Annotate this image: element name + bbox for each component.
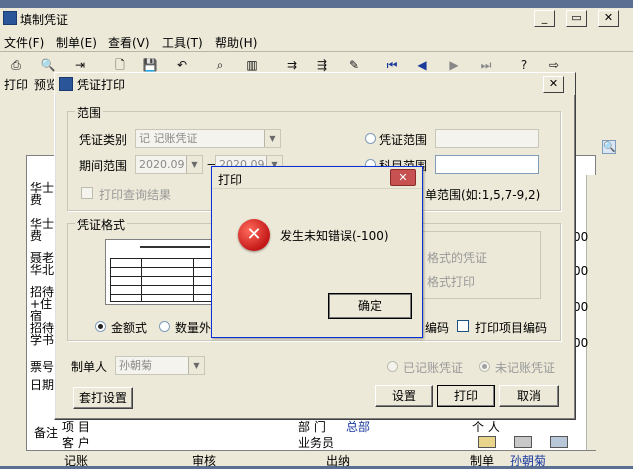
voucher-range-input[interactable] xyxy=(435,129,539,148)
error-title: 打印 xyxy=(218,173,243,187)
voucher-type-select[interactable]: 记 记账凭证 ▼ xyxy=(135,129,281,148)
voucher-scrollbar[interactable] xyxy=(586,175,602,450)
minimize-button[interactable]: _ xyxy=(534,10,555,27)
ok-button[interactable]: 确定 xyxy=(328,293,412,319)
format-group-caption: 凭证格式 xyxy=(75,216,128,233)
footer-item-label: 项 目 xyxy=(62,420,90,434)
footer-customer-label: 客 户 xyxy=(62,436,90,450)
preview-col-1 xyxy=(141,259,142,301)
print-icon[interactable]: ⎙ xyxy=(6,55,26,75)
preview-title-line xyxy=(140,246,210,248)
close-button[interactable]: ✕ xyxy=(598,10,619,27)
other-range-input[interactable] xyxy=(435,155,539,174)
menu-make[interactable]: 制单(E) xyxy=(56,34,97,51)
maker-value: 孙朝菊 xyxy=(119,359,152,372)
chevron-down-icon[interactable]: ▼ xyxy=(186,156,202,173)
voucher-type-value: 记 记账凭证 xyxy=(139,132,198,145)
error-dialog: 打印 ✕ ✕ 发生未知错误(-100) 确定 xyxy=(211,166,423,338)
bg-row-4: 招待+住宿 xyxy=(30,285,55,323)
format-option-2: 格式打印 xyxy=(427,275,476,289)
print-dialog-close-button[interactable]: ✕ xyxy=(543,76,564,93)
unposted-radio[interactable] xyxy=(479,361,490,372)
footer-dept-value: 总部 xyxy=(346,420,371,434)
print-dialog-title: 凭证打印 xyxy=(77,77,126,92)
menu-divider xyxy=(0,51,633,52)
main-title: 填制凭证 xyxy=(20,13,69,27)
sign-review: 审核 xyxy=(192,454,217,468)
error-close-button[interactable]: ✕ xyxy=(390,169,416,186)
dialog-app-icon xyxy=(59,77,73,91)
bg-row-3: 聂老华北 xyxy=(30,251,55,277)
voucher-type-label: 凭证类别 xyxy=(79,133,128,147)
format-amount-radio[interactable] xyxy=(95,321,106,332)
bg-row-2: 华士费 xyxy=(30,217,55,243)
zoom-icon[interactable]: 🔍 xyxy=(602,140,616,154)
format-qty-radio[interactable] xyxy=(159,321,170,332)
format-option-1: 格式的凭证 xyxy=(427,251,488,265)
unposted-label: 未记账凭证 xyxy=(495,361,556,375)
menu-help[interactable]: 帮助(H) xyxy=(215,34,257,51)
desktop-strip xyxy=(0,0,633,8)
print-query-checkbox[interactable] xyxy=(81,187,93,199)
card-icon[interactable] xyxy=(478,436,496,448)
error-titlebar: 打印 ✕ xyxy=(212,167,422,189)
format-amount-label: 金额式 xyxy=(111,321,148,335)
tool-icon[interactable] xyxy=(550,436,568,448)
footer-staff-label: 业务员 xyxy=(298,436,335,450)
error-message: 发生未知错误(-100) xyxy=(280,229,389,243)
main-titlebar: 填制凭证 _ ▭ ✕ xyxy=(0,8,633,30)
cancel-button[interactable]: 取消 xyxy=(499,385,559,407)
menu-tools[interactable]: 工具(T) xyxy=(162,34,203,51)
print-item-code-checkbox[interactable] xyxy=(457,320,469,332)
footer-person-label: 个 人 xyxy=(472,420,500,434)
print-item-code-label: 打印项目编码 xyxy=(475,321,548,335)
calc-icon[interactable] xyxy=(514,436,532,448)
toolbar-print-label[interactable]: 打印 xyxy=(4,76,28,93)
range-hint: 单范围(如:1,5,7-9,2) xyxy=(425,188,541,202)
restore-button[interactable]: ▭ xyxy=(566,10,587,27)
maker-select[interactable]: 孙朝菊 ▼ xyxy=(115,356,205,375)
voucher-range-radio[interactable] xyxy=(365,133,376,144)
sign-maker-name: 孙朝菊 xyxy=(510,454,547,468)
sign-cashier: 出纳 xyxy=(326,454,351,468)
menu-view[interactable]: 查看(V) xyxy=(108,34,150,51)
chevron-down-icon[interactable]: ▼ xyxy=(188,357,204,374)
period-from-select[interactable]: 2020.09 ▼ xyxy=(135,155,203,174)
template-settings-button[interactable]: 套打设置 xyxy=(73,387,133,409)
sign-bookkeep: 记账 xyxy=(64,454,89,468)
bg-row-7: 日期 xyxy=(30,378,55,392)
sign-maker: 制单 xyxy=(470,454,495,468)
code-label: 编码 xyxy=(425,321,450,335)
bg-row-1: 华士费 xyxy=(30,181,55,207)
range-group-caption: 范围 xyxy=(75,104,104,121)
footer-note-label: 备注 xyxy=(34,426,59,440)
chevron-down-icon[interactable]: ▼ xyxy=(264,130,280,147)
maker-label: 制单人 xyxy=(71,360,108,374)
bg-row-5: 招待学书 xyxy=(30,321,55,347)
settings-button[interactable]: 设置 xyxy=(375,385,433,407)
voucher-range-label: 凭证范围 xyxy=(379,133,428,147)
error-icon: ✕ xyxy=(238,219,270,251)
period-from-value: 2020.09 xyxy=(139,158,185,171)
menu-file[interactable]: 文件(F) xyxy=(4,34,44,51)
app-icon xyxy=(3,11,17,25)
period-label: 期间范围 xyxy=(79,159,128,173)
preview-col-2 xyxy=(193,259,194,301)
posted-radio[interactable] xyxy=(387,361,398,372)
footer-dept-label: 部 门 xyxy=(298,420,326,434)
posted-label: 已记账凭证 xyxy=(403,361,464,375)
print-button[interactable]: 打印 xyxy=(437,385,495,407)
bg-row-6: 票号 xyxy=(30,360,55,374)
print-dialog-titlebar: 凭证打印 xyxy=(55,73,575,95)
print-query-label: 打印查询结果 xyxy=(99,188,172,202)
